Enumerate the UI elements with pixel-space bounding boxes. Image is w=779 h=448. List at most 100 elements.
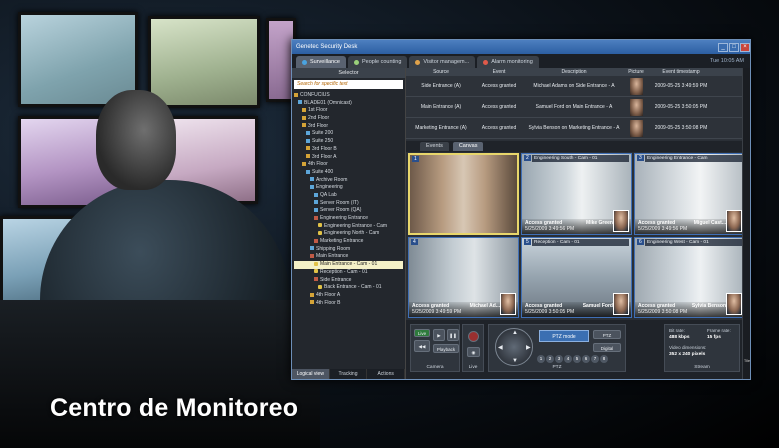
event-source: Side Entrance (A) xyxy=(421,83,461,89)
search-input[interactable]: Search for specific text xyxy=(294,80,403,89)
camera-icon xyxy=(314,269,318,274)
play-button[interactable]: ▶ xyxy=(433,329,445,341)
tree-node[interactable]: Server Room (QA) xyxy=(294,207,403,215)
folder-icon xyxy=(306,154,310,159)
event-row[interactable]: Side Entrance (A) Access granted Michael… xyxy=(406,76,750,97)
folder-icon xyxy=(302,161,306,166)
tab-surveillance[interactable]: Surveillance xyxy=(296,56,346,68)
tree-node[interactable]: 4th Floor xyxy=(294,161,403,169)
ptz-preset-button[interactable]: 1 xyxy=(537,355,545,363)
tree-node[interactable]: 3rd Floor B xyxy=(294,146,403,154)
arrow-down-icon[interactable]: ▼ xyxy=(512,358,518,364)
column-event[interactable]: Event xyxy=(476,68,522,76)
area-icon xyxy=(310,177,314,182)
ptz-joystick[interactable]: ▲ ▼ ◀ ▶ xyxy=(495,328,533,366)
video-tile[interactable]: 5 Reception - Cam - 01 Access granted Samue… xyxy=(521,236,632,318)
camera-icon xyxy=(318,231,322,236)
area-icon xyxy=(314,200,318,205)
ptz-preset-button[interactable]: 7 xyxy=(591,355,599,363)
cardholder-name: Miguel Cast... xyxy=(693,219,726,226)
close-button[interactable]: × xyxy=(740,42,750,52)
tab-actions[interactable]: Actions xyxy=(367,369,406,379)
app-window: Genetec Security Desk _ □ × Surveillance… xyxy=(291,39,751,380)
door-icon xyxy=(314,238,318,243)
tree-node[interactable]: Server Room (IT) xyxy=(294,200,403,208)
tree-node[interactable]: 3rd Floor xyxy=(294,123,403,131)
column-source[interactable]: Source xyxy=(406,68,476,76)
rewind-button[interactable]: ◀◀ xyxy=(414,340,430,352)
record-icon[interactable] xyxy=(468,331,479,342)
ptz-preset-button[interactable]: 4 xyxy=(564,355,572,363)
ptz-preset-button[interactable]: 8 xyxy=(600,355,608,363)
tab-tracking[interactable]: Tracking xyxy=(330,369,368,379)
tree-node[interactable]: Engineering xyxy=(294,184,403,192)
column-timestamp[interactable]: Event timestamp xyxy=(646,68,716,76)
column-picture[interactable]: Picture xyxy=(626,68,646,76)
ptz-preset-button[interactable]: 3 xyxy=(555,355,563,363)
tree-node[interactable]: Main Entrance - Cam - 01 xyxy=(294,261,403,269)
video-tile[interactable]: 4 Access granted Michael Ad... 5/25/2009 3:… xyxy=(408,236,519,318)
tree-node[interactable]: Engineering Entrance xyxy=(294,215,403,223)
cardholder-photo xyxy=(629,98,643,116)
tree-node[interactable]: CONFUCIUS xyxy=(294,92,403,100)
arrow-right-icon[interactable]: ▶ xyxy=(526,344,531,351)
framerate-value: 15 fps xyxy=(707,335,721,340)
event-source: Main Entrance (A) xyxy=(420,104,462,110)
tree-node[interactable]: Shipping Room xyxy=(294,246,403,254)
tree-node[interactable]: Marketing Entrance xyxy=(294,238,403,246)
playback-button[interactable]: Playback xyxy=(433,344,459,353)
tree-node[interactable]: 1st Floor xyxy=(294,107,403,115)
tree-node[interactable]: Suite 250 xyxy=(294,138,403,146)
snapshot-button[interactable]: ◉ xyxy=(467,347,480,357)
ptz-preset-button[interactable]: 2 xyxy=(546,355,554,363)
tree-node[interactable]: Reception - Cam - 01 xyxy=(294,269,403,277)
tab-events[interactable]: Events xyxy=(420,142,449,151)
tab-visitor-management[interactable]: Visitor managem... xyxy=(409,56,476,68)
digital-zoom-button[interactable]: Digital xyxy=(593,343,621,352)
tree-node[interactable]: Engineering Entrance - Cam xyxy=(294,223,403,231)
tree-node[interactable]: Suite 200 xyxy=(294,130,403,138)
tree-node[interactable]: Main Entrance xyxy=(294,253,403,261)
pause-button[interactable]: ❚❚ xyxy=(447,329,459,341)
tree-node[interactable]: 4th Floor B xyxy=(294,300,403,308)
maximize-button[interactable]: □ xyxy=(729,42,739,52)
tab-people-counting[interactable]: People counting xyxy=(347,56,408,68)
video-tile[interactable]: 2 Engineering South - Cam - 01 Access gran… xyxy=(521,153,632,235)
tree-node[interactable]: 3rd Floor A xyxy=(294,154,403,162)
tab-logical-view[interactable]: Logical view xyxy=(292,369,330,379)
clock: Tue 10:05 AM xyxy=(709,58,744,64)
ptz-preset-button[interactable]: 5 xyxy=(573,355,581,363)
minimize-button[interactable]: _ xyxy=(718,42,728,52)
tree-node[interactable]: Suite 400 xyxy=(294,169,403,177)
tab-alarm-monitoring[interactable]: Alarm monitoring xyxy=(477,56,539,68)
tile-number: 1 xyxy=(412,156,419,162)
tree-node[interactable]: Back Entrance - Cam - 01 xyxy=(294,284,403,292)
tree-node-label: 4th Floor A xyxy=(316,291,341,298)
ptz-preset-button[interactable]: 6 xyxy=(582,355,590,363)
video-tile[interactable]: 1 xyxy=(408,153,519,235)
video-tile[interactable]: 3 Engineering Entrance - Cam Access grante… xyxy=(634,153,745,235)
tree-node[interactable]: Side Entrance xyxy=(294,277,403,285)
tree-node-label: Server Room (QA) xyxy=(320,207,362,214)
arrow-up-icon[interactable]: ▲ xyxy=(512,330,518,336)
tree-node[interactable]: Engineering North - Cam xyxy=(294,230,403,238)
tree-node[interactable]: BLADE01 (Omnicast) xyxy=(294,100,403,108)
column-description[interactable]: Description xyxy=(522,68,626,76)
tree-node-label: CONFUCIUS xyxy=(300,92,330,98)
ptz-widget: ▲ ▼ ◀ ▶ PTZ mode PTZ Digital 12345678 PT… xyxy=(488,324,626,372)
event-row[interactable]: Main Entrance (A) Access granted Samuel … xyxy=(406,97,750,118)
cardholder-photo xyxy=(629,119,643,137)
tree-node[interactable]: 2nd Floor xyxy=(294,115,403,123)
event-description: Michael Adams on Side Entrance - A xyxy=(533,83,615,89)
side-strip[interactable]: Tile xyxy=(742,68,750,379)
cardholder-photo xyxy=(726,209,742,232)
video-tile[interactable]: 6 Engineering West - Cam - 01 Access grant… xyxy=(634,236,745,318)
live-button[interactable]: Live xyxy=(414,329,430,337)
tree-node[interactable]: Archive Room xyxy=(294,177,403,185)
tab-canvas[interactable]: Canvas xyxy=(452,142,484,151)
event-row[interactable]: Marketing Entrance (A) Access granted Sy… xyxy=(406,118,750,139)
arrow-left-icon[interactable]: ◀ xyxy=(498,344,503,351)
tree-node[interactable]: QA Lab xyxy=(294,192,403,200)
ptz-button[interactable]: PTZ xyxy=(593,330,621,339)
tree-node[interactable]: 4th Floor A xyxy=(294,292,403,300)
